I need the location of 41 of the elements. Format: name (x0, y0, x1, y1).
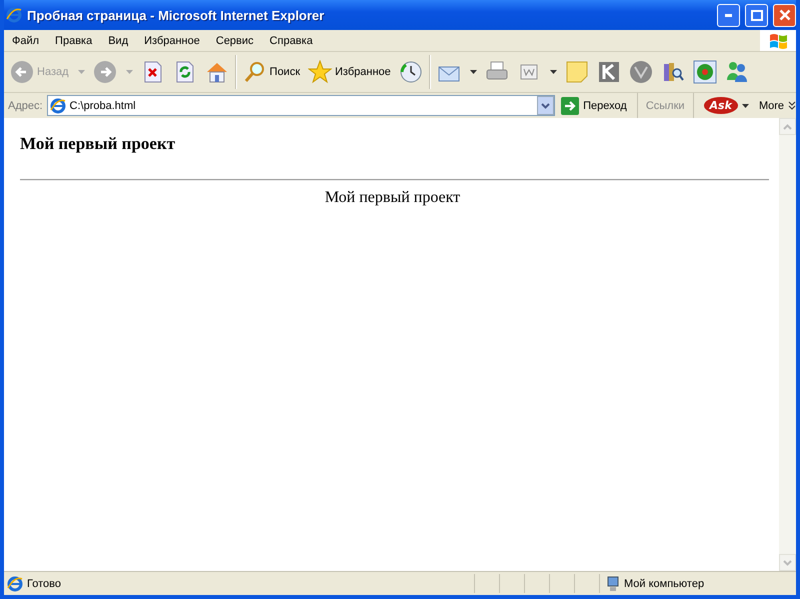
people-icon (724, 60, 749, 84)
go-button[interactable]: Переход (559, 96, 633, 114)
ask-logo[interactable]: Ask (704, 97, 738, 114)
menu-item[interactable]: Правка (47, 34, 100, 46)
close-button[interactable] (773, 4, 796, 26)
note-icon (564, 60, 589, 84)
close-icon (778, 9, 790, 21)
menu-item[interactable]: Файл (4, 34, 48, 46)
history-icon (398, 60, 423, 84)
zone-text: Мой компьютер (624, 578, 704, 590)
maximize-button[interactable] (745, 4, 768, 26)
disc-icon (628, 60, 653, 84)
page-heading: Мой первый проект (20, 134, 176, 154)
status-text: Готово (27, 578, 61, 590)
minimize-button[interactable] (717, 4, 740, 26)
window-title: Пробная страница - Microsoft Internet Explorer (27, 8, 326, 22)
dropdown-button[interactable] (537, 96, 554, 115)
page-text: Мой первый проект (324, 189, 462, 207)
address-field[interactable]: C:\proba.html (46, 95, 556, 116)
menu-item[interactable]: Сервис (208, 34, 262, 46)
chevron-icon (541, 102, 550, 108)
toolbar-button[interactable]: Поиск (240, 55, 302, 89)
toolbar-button[interactable]: Избранное (306, 55, 393, 89)
computer-icon (606, 576, 620, 592)
flag-logo-icon (768, 32, 788, 50)
star-icon (308, 60, 332, 84)
menu-item[interactable]: Избранное (136, 34, 208, 46)
more-button[interactable]: More (758, 100, 784, 112)
k-box-icon (596, 60, 621, 84)
home-icon (204, 60, 229, 84)
browser-icon (6, 7, 22, 23)
address-label: Адрес: (8, 100, 43, 112)
search-icon (242, 60, 267, 84)
page-icon (7, 576, 23, 592)
menu-item[interactable]: Вид (100, 34, 136, 46)
page-icon (50, 98, 66, 114)
dropdown-icon[interactable] (742, 104, 749, 108)
menu-item[interactable]: Справка (262, 34, 321, 46)
maximize-icon (750, 10, 762, 20)
chevron-icon[interactable] (788, 100, 796, 110)
minimize-icon (725, 14, 732, 16)
